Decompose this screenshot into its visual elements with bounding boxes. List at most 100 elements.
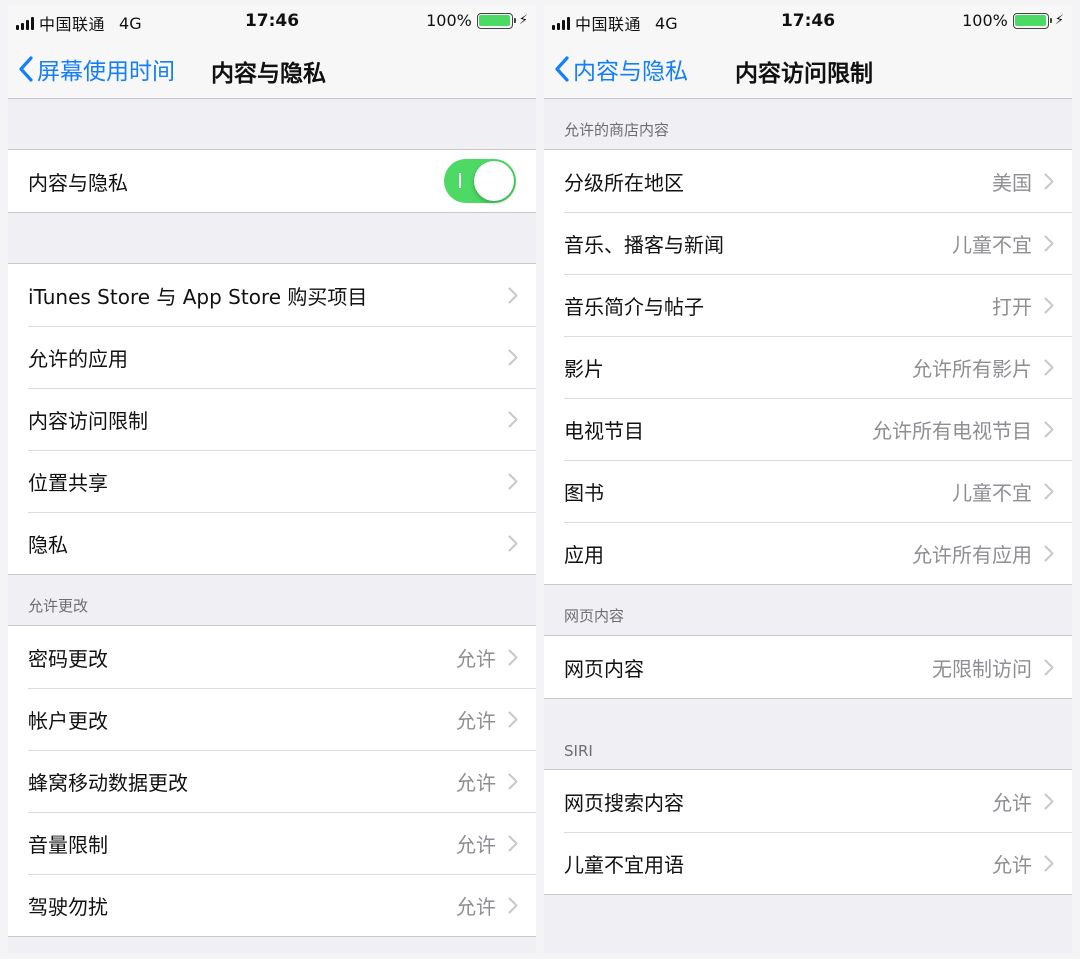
row-value: 允许 <box>992 790 1032 815</box>
chevron-right-icon <box>508 473 518 490</box>
back-label: 内容与隐私 <box>573 59 688 85</box>
row-value: 打开 <box>992 294 1032 319</box>
list-item[interactable]: 密码更改 允许 <box>8 626 536 688</box>
chevron-right-icon <box>508 711 518 728</box>
store-content-group: 分级所在地区 美国 音乐、播客与新闻 儿童不宜 音乐简介与帖子 打开 影片 允许… <box>544 149 1072 585</box>
row-label: 内容与隐私 <box>28 170 128 195</box>
list-item[interactable]: 儿童不宜用语 允许 <box>544 832 1072 894</box>
status-bar: 中国联通 4G 17:46 100% ⚡ <box>544 6 1072 40</box>
chevron-right-icon <box>1044 855 1054 872</box>
page-title: 内容访问限制 <box>735 61 873 87</box>
chevron-left-icon <box>554 56 569 82</box>
status-bar: 中国联通 4G 17:46 100% ⚡ <box>8 6 536 40</box>
list-item[interactable]: 驾驶勿扰 允许 <box>8 874 536 936</box>
row-value: 允许 <box>456 646 496 671</box>
list-item[interactable]: 允许的应用 <box>8 326 536 388</box>
list-item[interactable]: 隐私 <box>8 512 536 574</box>
chevron-right-icon <box>508 535 518 552</box>
row-label: 音乐、播客与新闻 <box>564 232 724 257</box>
row-label: 隐私 <box>28 532 68 557</box>
row-label: 音量限制 <box>28 832 108 857</box>
back-label: 屏幕使用时间 <box>37 59 175 85</box>
row-label: 密码更改 <box>28 646 108 671</box>
row-label: 内容访问限制 <box>28 408 148 433</box>
row-label: 图书 <box>564 480 604 505</box>
row-value: 儿童不宜 <box>952 480 1032 505</box>
battery-icon <box>1012 12 1052 29</box>
list-item[interactable]: 音乐、播客与新闻 儿童不宜 <box>544 212 1072 274</box>
row-label: 电视节目 <box>564 418 644 443</box>
status-right: 100% ⚡ <box>962 11 1064 30</box>
section-header: 允许更改 <box>28 597 89 615</box>
chevron-right-icon <box>508 411 518 428</box>
row-value: 允许 <box>456 832 496 857</box>
content-privacy-toggle[interactable] <box>444 159 516 203</box>
row-label: 允许的应用 <box>28 346 128 371</box>
privacy-settings-group: iTunes Store 与 App Store 购买项目 允许的应用 内容访问… <box>8 263 536 575</box>
section-header: 允许的商店内容 <box>564 121 670 139</box>
content-privacy-toggle-group: 内容与隐私 <box>8 149 536 213</box>
list-item[interactable]: 网页搜索内容 允许 <box>544 770 1072 832</box>
settings-list: 允许的商店内容 分级所在地区 美国 音乐、播客与新闻 儿童不宜 音乐简介与帖子 … <box>544 99 1072 953</box>
list-item[interactable]: 应用 允许所有应用 <box>544 522 1072 584</box>
status-right: 100% ⚡ <box>426 11 528 30</box>
toggle-on-mark <box>459 173 461 188</box>
section-header: SIRI <box>564 742 593 760</box>
chevron-right-icon <box>1044 659 1054 676</box>
allow-changes-group: 密码更改 允许 帐户更改 允许 蜂窝移动数据更改 允许 音量限制 允许 驾驶勿扰… <box>8 625 536 937</box>
chevron-right-icon <box>1044 359 1054 376</box>
list-item[interactable]: 音量限制 允许 <box>8 812 536 874</box>
row-label: 位置共享 <box>28 470 108 495</box>
row-label: 音乐简介与帖子 <box>564 294 704 319</box>
list-item[interactable]: 内容访问限制 <box>8 388 536 450</box>
battery-percent: 100% <box>426 11 472 30</box>
content-privacy-row: 内容与隐私 <box>8 150 536 212</box>
row-label: 网页搜索内容 <box>564 790 684 815</box>
chevron-right-icon <box>1044 173 1054 190</box>
chevron-right-icon <box>508 773 518 790</box>
siri-group: 网页搜索内容 允许 儿童不宜用语 允许 <box>544 769 1072 895</box>
row-value: 允许所有影片 <box>912 356 1032 381</box>
list-item[interactable]: iTunes Store 与 App Store 购买项目 <box>8 264 536 326</box>
row-label: 儿童不宜用语 <box>564 852 684 877</box>
list-item[interactable]: 电视节目 允许所有电视节目 <box>544 398 1072 460</box>
back-button[interactable]: 内容与隐私 <box>554 52 688 86</box>
chevron-right-icon <box>508 287 518 304</box>
list-item[interactable]: 音乐简介与帖子 打开 <box>544 274 1072 336</box>
toggle-knob <box>474 161 514 201</box>
chevron-right-icon <box>508 897 518 914</box>
row-value: 允许 <box>992 852 1032 877</box>
list-item[interactable]: 图书 儿童不宜 <box>544 460 1072 522</box>
row-value: 允许 <box>456 770 496 795</box>
chevron-right-icon <box>1044 483 1054 500</box>
row-label: 影片 <box>564 356 604 381</box>
list-item[interactable]: 分级所在地区 美国 <box>544 150 1072 212</box>
navigation-bar: 屏幕使用时间 内容与隐私 <box>8 40 536 99</box>
battery-icon <box>476 12 516 29</box>
chevron-right-icon <box>1044 793 1054 810</box>
back-button[interactable]: 屏幕使用时间 <box>18 52 175 86</box>
list-item[interactable]: 影片 允许所有影片 <box>544 336 1072 398</box>
charging-icon: ⚡ <box>1054 13 1064 28</box>
chevron-right-icon <box>508 835 518 852</box>
row-label: iTunes Store 与 App Store 购买项目 <box>28 284 368 309</box>
row-value: 儿童不宜 <box>952 232 1032 257</box>
row-label: 驾驶勿扰 <box>28 894 108 919</box>
charging-icon: ⚡ <box>518 13 528 28</box>
row-value: 允许所有应用 <box>912 542 1032 567</box>
section-header: 网页内容 <box>564 607 625 625</box>
list-item[interactable]: 帐户更改 允许 <box>8 688 536 750</box>
list-item[interactable]: 蜂窝移动数据更改 允许 <box>8 750 536 812</box>
list-item[interactable]: 位置共享 <box>8 450 536 512</box>
chevron-right-icon <box>508 649 518 666</box>
settings-list: 内容与隐私 iTunes Store 与 App Store 购买项目 允许的应… <box>8 99 536 953</box>
row-value: 允许所有电视节目 <box>872 418 1032 443</box>
row-label: 蜂窝移动数据更改 <box>28 770 188 795</box>
list-item[interactable]: 网页内容 无限制访问 <box>544 636 1072 698</box>
row-value: 无限制访问 <box>932 656 1032 681</box>
chevron-right-icon <box>508 349 518 366</box>
battery-percent: 100% <box>962 11 1008 30</box>
left-screen: 中国联通 4G 17:46 100% ⚡ 屏幕使用时间 内容与隐私 内容与隐私 … <box>8 6 536 953</box>
